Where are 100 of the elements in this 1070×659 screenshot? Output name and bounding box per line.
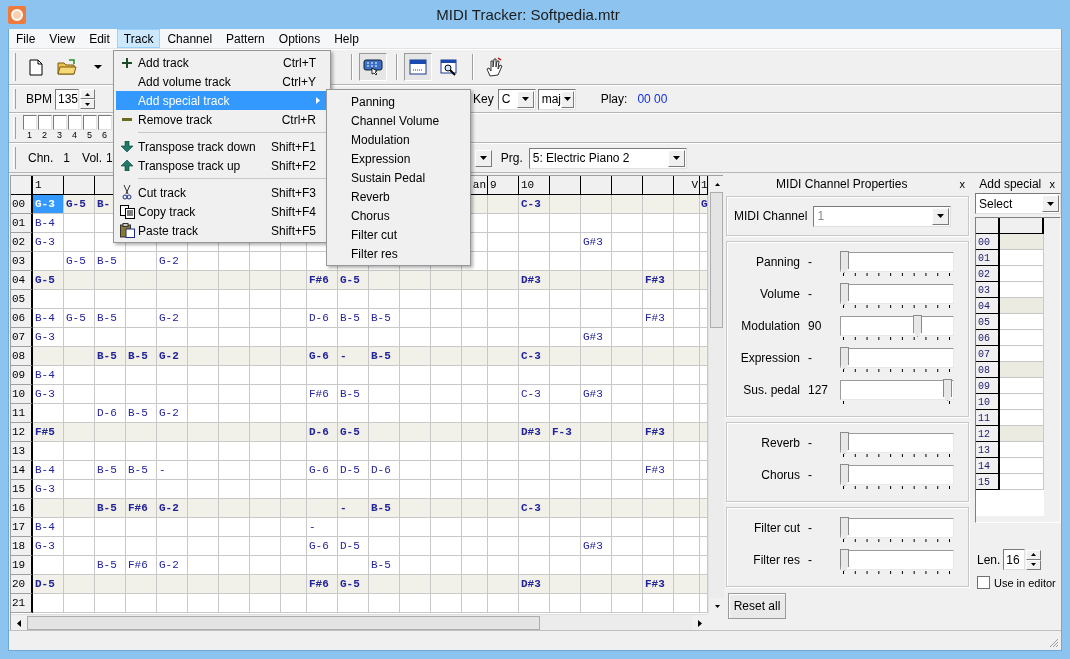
menu-item[interactable]: Transpose track up Shift+F2 [116, 156, 328, 175]
menu-item[interactable]: View [42, 29, 83, 48]
special-cell[interactable] [1000, 314, 1044, 330]
slider[interactable] [840, 518, 954, 538]
special-cell[interactable] [1000, 410, 1044, 426]
bpm-field[interactable]: 135 [55, 88, 79, 110]
scroll-left-button[interactable] [11, 615, 27, 631]
menu-item[interactable]: Filter cut [329, 225, 468, 244]
panel-title: MIDI Channel Properties [775, 177, 909, 191]
menu-item[interactable]: Paste track Shift+F5 [116, 221, 328, 240]
scroll-up-button[interactable] [709, 176, 725, 192]
special-dropdown[interactable]: Select [975, 193, 1061, 214]
spin-up-button[interactable] [80, 89, 95, 99]
special-cell[interactable] [1000, 394, 1044, 410]
menu-item[interactable]: Help [327, 29, 366, 48]
special-cell[interactable] [1000, 378, 1044, 394]
menu-item[interactable]: Modulation [329, 130, 468, 149]
menu-item[interactable]: Channel [160, 29, 220, 48]
slider-value: 127 [807, 382, 830, 399]
dropdown-button[interactable] [474, 149, 492, 167]
menu-item[interactable]: Panning [329, 92, 468, 111]
menu-item[interactable]: Add volume track Ctrl+Y [116, 72, 328, 91]
toolbar-button[interactable] [404, 53, 432, 81]
dropdown-button[interactable] [1042, 195, 1059, 212]
slider[interactable] [840, 252, 954, 272]
checkbox-label: Use in editor [994, 576, 1056, 589]
row-number: 02 [11, 233, 33, 252]
slider[interactable] [840, 284, 954, 304]
row-number: 01 [11, 214, 33, 233]
key-dropdown[interactable]: C [497, 88, 536, 110]
caret-icon [521, 97, 529, 101]
down-arrow-icon [1031, 563, 1037, 566]
menu-item[interactable]: Chorus [329, 206, 468, 225]
menu-item[interactable]: File [9, 29, 43, 48]
row-number: 13 [11, 442, 33, 461]
program-dropdown[interactable]: 5: Electric Piano 2 [528, 147, 687, 169]
menu-item[interactable]: Remove track Ctrl+R [116, 110, 328, 129]
slider-thumb[interactable] [840, 464, 849, 486]
length-field[interactable]: 16 [1003, 549, 1026, 570]
menu-item[interactable]: Edit [82, 29, 117, 48]
dropdown-button[interactable] [667, 149, 685, 167]
special-cell[interactable] [1000, 426, 1044, 442]
slider[interactable] [840, 316, 954, 336]
slider-thumb[interactable] [943, 379, 952, 401]
scroll-right-button[interactable] [692, 615, 708, 631]
scale-dropdown[interactable]: maj [537, 88, 576, 110]
menu-item[interactable]: Track [116, 29, 161, 48]
slider-thumb[interactable] [840, 517, 849, 539]
slider-thumb[interactable] [840, 549, 849, 571]
play-position: 00 00 [637, 92, 668, 106]
special-cell[interactable] [1000, 346, 1044, 362]
special-cell[interactable] [1000, 458, 1044, 474]
row-number: 16 [11, 499, 33, 518]
caret-icon [937, 214, 945, 218]
row-number: 00 [11, 195, 33, 214]
special-cell[interactable] [1000, 474, 1044, 490]
menu-item[interactable]: Filter res [329, 244, 468, 263]
dropdown-button[interactable] [561, 90, 574, 108]
special-cell[interactable] [1000, 330, 1044, 346]
special-cell[interactable] [1000, 282, 1044, 298]
caret-icon [1047, 201, 1054, 206]
spin-up-button[interactable] [1026, 549, 1042, 560]
slider[interactable] [840, 380, 954, 400]
special-cell[interactable] [1000, 298, 1044, 314]
row-number: 03 [11, 252, 33, 271]
scrollbar-thumb[interactable] [710, 192, 723, 328]
spin-down-button[interactable] [80, 99, 95, 109]
menu-item[interactable]: Add track Ctrl+T [116, 53, 328, 72]
special-cell[interactable] [1000, 234, 1044, 250]
menu-item[interactable]: Pattern [219, 29, 272, 48]
up-arrow-icon [121, 160, 133, 171]
slider[interactable] [840, 465, 954, 485]
scrollbar-thumb[interactable] [27, 616, 540, 630]
slider[interactable] [840, 348, 954, 368]
menu-item[interactable]: Transpose track down Shift+F1 [116, 137, 328, 156]
special-cell[interactable] [1000, 250, 1044, 266]
reset-all-button[interactable]: Reset all [728, 593, 786, 619]
slider-thumb[interactable] [840, 432, 849, 454]
slider-thumb[interactable] [840, 283, 849, 305]
scroll-down-button[interactable] [709, 598, 725, 614]
slider[interactable] [840, 433, 954, 453]
special-cell[interactable] [1000, 266, 1044, 282]
menu-item[interactable]: Options [271, 29, 328, 48]
spin-down-button[interactable] [1026, 559, 1042, 570]
menu-item[interactable]: Channel Volume [329, 111, 468, 130]
close-button[interactable]: x [1047, 178, 1057, 190]
checkbox[interactable] [977, 576, 990, 589]
volume-label: Vol. [82, 151, 103, 165]
slider-thumb[interactable] [840, 347, 849, 369]
special-cell[interactable] [1000, 442, 1044, 458]
slider-thumb[interactable] [840, 251, 849, 273]
slider[interactable] [840, 550, 954, 570]
special-cell[interactable] [1000, 362, 1044, 378]
dropdown-button[interactable] [516, 90, 534, 108]
toolbar-button[interactable] [359, 53, 387, 81]
app-icon [8, 5, 26, 24]
close-button[interactable]: x [957, 178, 967, 190]
menu-item[interactable]: Expression [329, 149, 468, 168]
slider-thumb[interactable] [913, 315, 923, 337]
copy-icon [119, 204, 135, 219]
